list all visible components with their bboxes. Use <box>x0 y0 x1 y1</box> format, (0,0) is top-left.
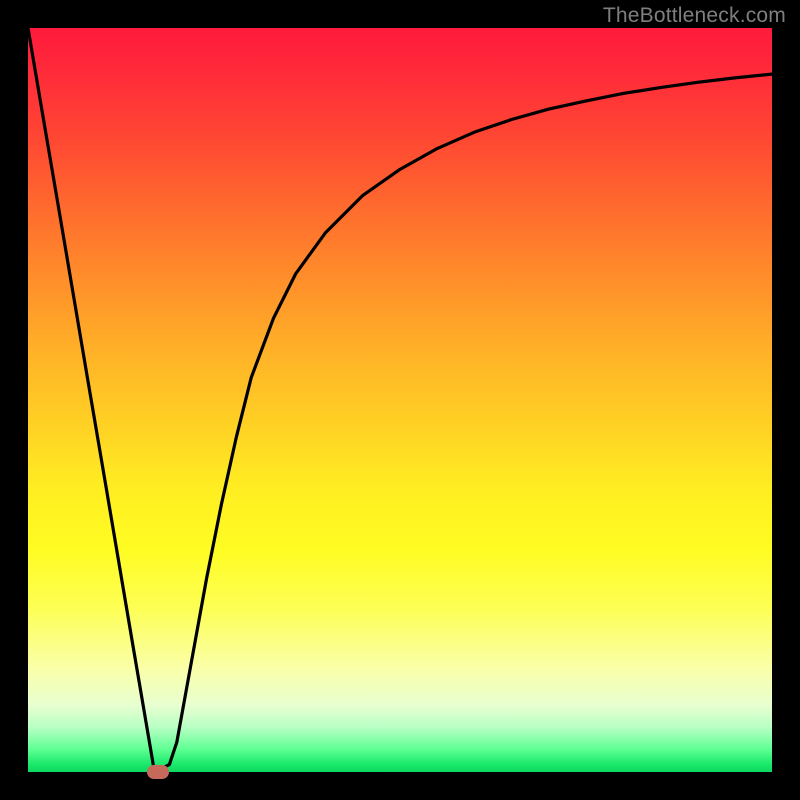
chart-plot-area <box>28 28 772 772</box>
chart-minimum-marker <box>147 765 169 779</box>
chart-frame: TheBottleneck.com <box>0 0 800 800</box>
watermark-text: TheBottleneck.com <box>603 4 786 28</box>
chart-curve <box>28 28 772 772</box>
